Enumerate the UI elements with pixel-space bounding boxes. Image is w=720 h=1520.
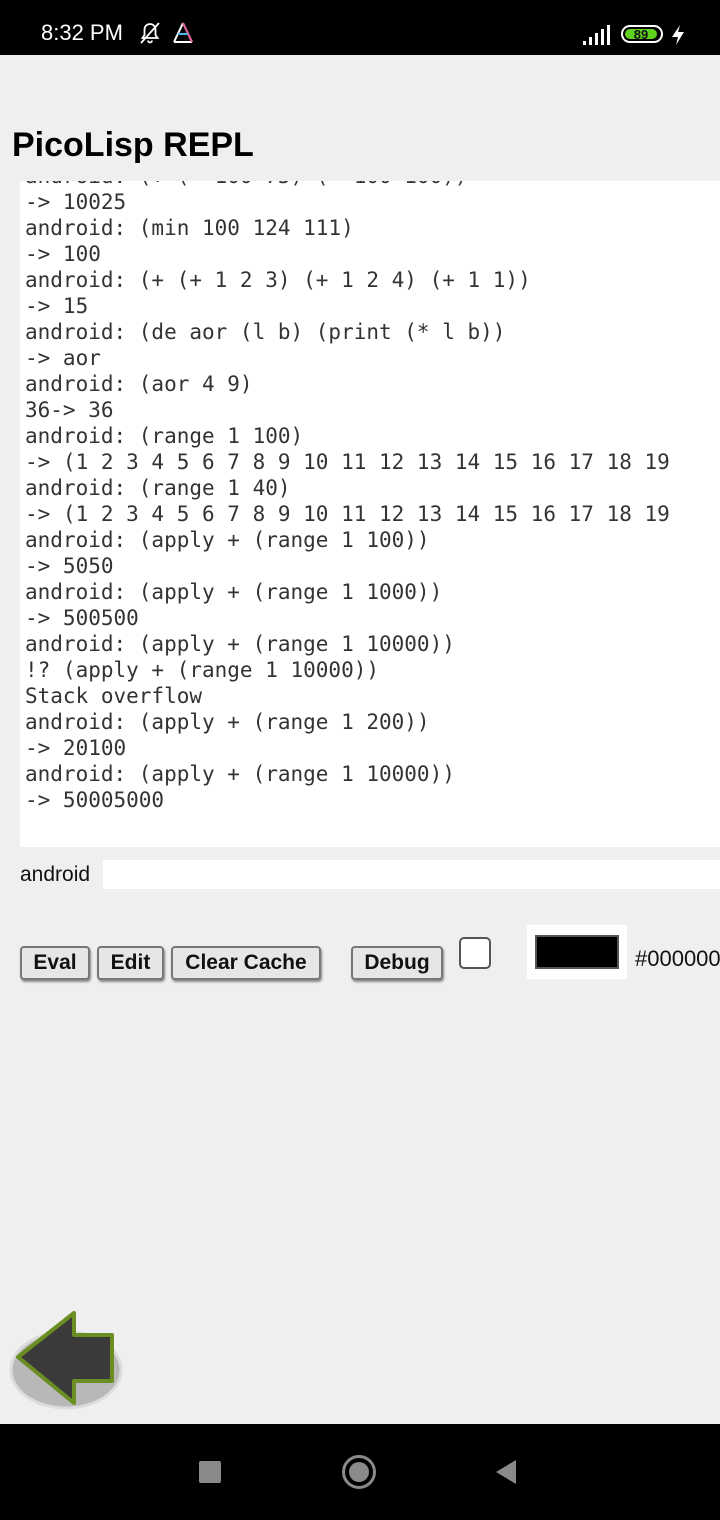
output-line: android: (apply + (range 1 10000))	[25, 762, 455, 786]
output-line: -> 50005000	[25, 788, 165, 812]
output-line: 36-> 36	[25, 398, 114, 422]
prompt-label: android	[20, 863, 91, 886]
output-line: -> 5050	[25, 554, 114, 578]
output-line: -> (1 2 3 4 5 6 7 8 9 10 11 12 13 14 15 …	[25, 450, 670, 474]
color-value: #000000	[635, 946, 720, 971]
output-line: android: (+ (+ 1 2 3) (+ 1 2 4) (+ 1 1))	[25, 268, 531, 292]
repl-output-text: android: (+ (- 100 75) (* 100 100))-> 10…	[25, 181, 670, 813]
back-icon[interactable]	[494, 1458, 518, 1486]
clear-cache-button[interactable]: Clear Cache	[171, 946, 321, 980]
status-bar: 8:32 PM 89	[0, 0, 720, 55]
output-line: android: (de aor (l b) (print (* l b))	[25, 320, 506, 344]
color-swatch[interactable]	[535, 935, 619, 969]
output-line: -> (1 2 3 4 5 6 7 8 9 10 11 12 13 14 15 …	[25, 502, 670, 526]
output-line: -> 100	[25, 242, 101, 266]
output-line: android: (apply + (range 1 1000))	[25, 580, 443, 604]
recents-icon[interactable]	[199, 1461, 221, 1483]
edit-button[interactable]: Edit	[97, 946, 164, 980]
output-line: android: (range 1 100)	[25, 424, 304, 448]
output-line: android: (+ (- 100 75) (* 100 100))	[25, 181, 670, 189]
signal-icon	[583, 25, 610, 45]
home-icon[interactable]	[341, 1454, 377, 1490]
battery-icon: 89	[621, 25, 663, 43]
navigation-bar	[0, 1424, 720, 1520]
bell-off-icon	[140, 22, 160, 44]
output-line: -> 10025	[25, 190, 127, 214]
output-line: -> 500500	[25, 606, 139, 630]
charging-bolt-icon	[672, 25, 684, 45]
debug-button[interactable]: Debug	[351, 946, 443, 980]
output-line: -> aor	[25, 346, 101, 370]
output-line: android: (range 1 40)	[25, 476, 291, 500]
output-line: android: (apply + (range 1 200))	[25, 710, 430, 734]
repl-output[interactable]: android: (+ (- 100 75) (* 100 100))-> 10…	[20, 181, 720, 847]
output-line: -> 15	[25, 294, 89, 318]
output-line: android: (aor 4 9)	[25, 372, 253, 396]
app-triangle-icon	[173, 22, 193, 43]
output-line: Stack overflow	[25, 684, 203, 708]
output-line: -> 20100	[25, 736, 127, 760]
debug-checkbox[interactable]	[459, 937, 491, 969]
back-arrow-icon[interactable]	[8, 1305, 128, 1415]
page-title: PicoLisp REPL	[12, 126, 254, 164]
repl-input[interactable]	[103, 860, 720, 889]
output-line: android: (min 100 124 111)	[25, 216, 354, 240]
battery-level: 89	[625, 28, 657, 41]
output-line: android: (apply + (range 1 100))	[25, 528, 430, 552]
eval-button[interactable]: Eval	[20, 946, 90, 980]
output-line: !? (apply + (range 1 10000))	[25, 658, 380, 682]
status-time: 8:32 PM	[41, 20, 123, 45]
output-line: android: (apply + (range 1 10000))	[25, 632, 455, 656]
